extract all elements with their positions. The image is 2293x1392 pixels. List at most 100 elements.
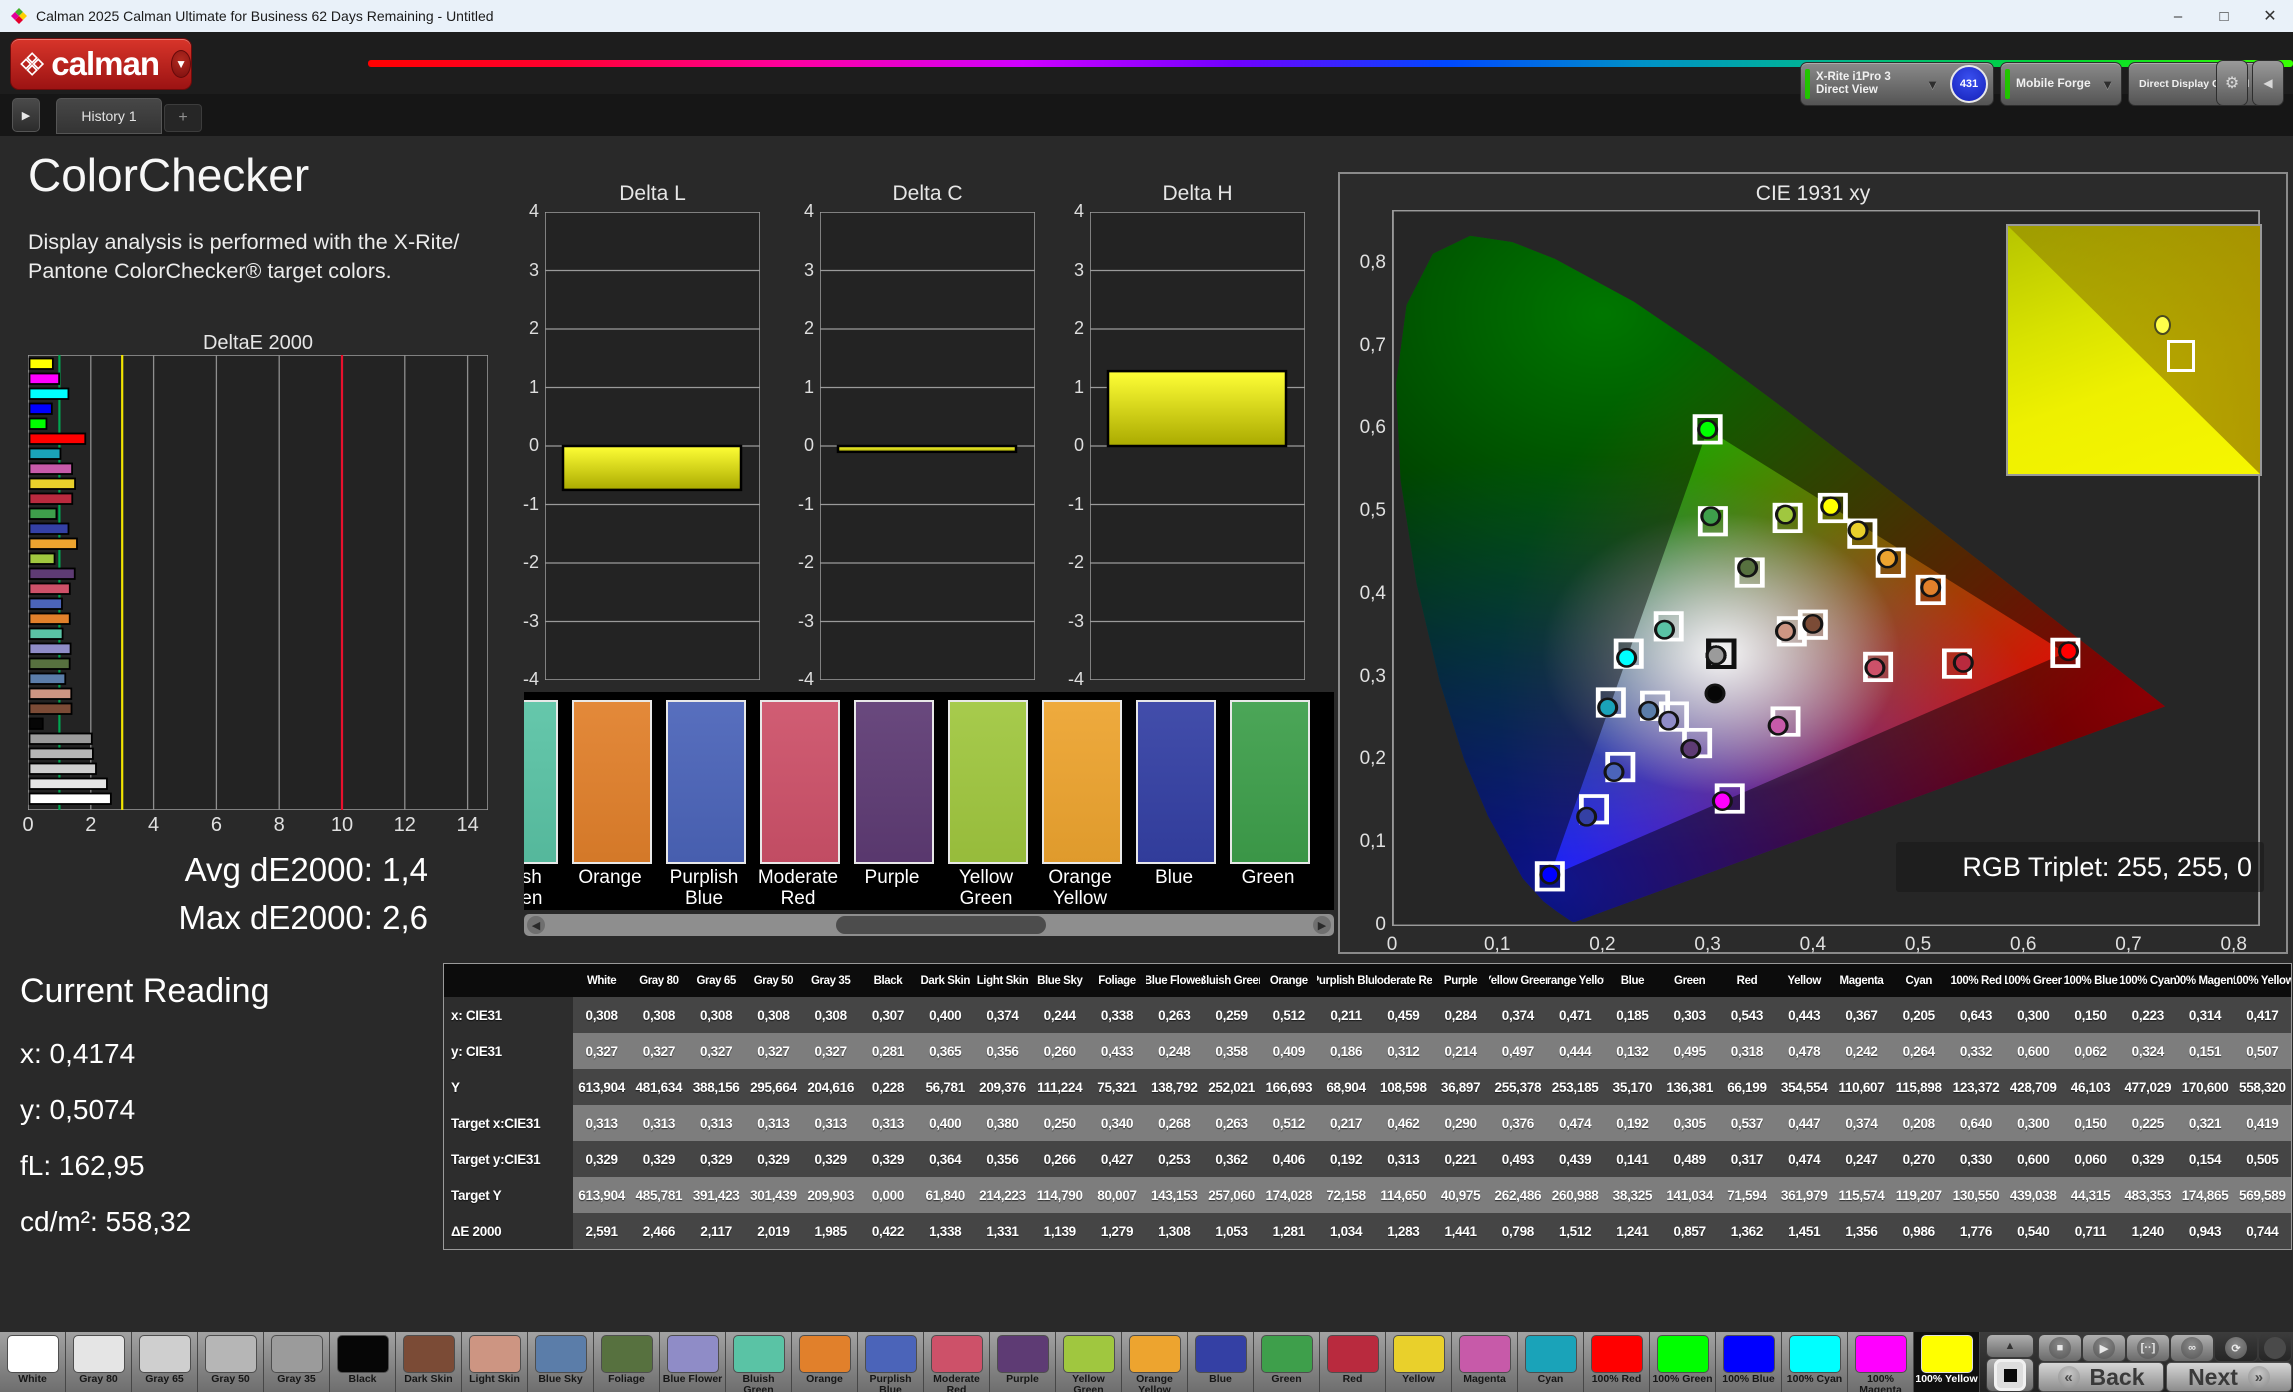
axis-tick-label: -1: [1056, 494, 1084, 515]
deltae-bar: [30, 509, 57, 520]
patch-button[interactable]: Moderate Red: [924, 1332, 990, 1392]
table-cell: 0,211: [1317, 997, 1374, 1033]
patch-button[interactable]: Gray 65: [132, 1332, 198, 1392]
loop-button[interactable]: ∞: [2170, 1334, 2214, 1362]
patch-color: [1921, 1335, 1973, 1373]
table-cell: 483,353: [2119, 1177, 2176, 1213]
table-cell: 71,594: [1718, 1177, 1775, 1213]
table-cell: 72,158: [1317, 1177, 1374, 1213]
table-cell: 115,898: [1890, 1069, 1947, 1105]
patch-label: Black: [330, 1374, 395, 1385]
stop-button[interactable]: ■: [2038, 1334, 2082, 1362]
tab-history-1[interactable]: History 1: [56, 98, 162, 134]
meter-count-badge[interactable]: 431: [1950, 65, 1988, 103]
scroll-right-icon[interactable]: ▶: [1313, 916, 1331, 934]
back-button[interactable]: « Back: [2038, 1362, 2164, 1392]
pattern-window-button[interactable]: [1986, 1358, 2034, 1392]
patch-button[interactable]: Blue Flower: [660, 1332, 726, 1392]
page-title: ColorChecker: [28, 148, 309, 202]
cie-measured-point: [1769, 717, 1787, 734]
patch-button[interactable]: 100% Yellow: [1914, 1332, 1980, 1392]
patch-button[interactable]: Orange: [792, 1332, 858, 1392]
target-swatch: Orange: [572, 700, 652, 909]
patch-button[interactable]: Dark Skin: [396, 1332, 462, 1392]
patch-button[interactable]: Foliage: [594, 1332, 660, 1392]
table-cell: 0,330: [1947, 1141, 2004, 1177]
patch-button[interactable]: 100% Green: [1650, 1332, 1716, 1392]
scrollbar-thumb[interactable]: [836, 916, 1046, 934]
refresh-button[interactable]: ⟳: [2214, 1334, 2258, 1362]
table-cell: 0,244: [1031, 997, 1088, 1033]
patch-color: [403, 1335, 455, 1373]
table-cell: 0,329: [802, 1141, 859, 1177]
table-cell: 0,308: [688, 997, 745, 1033]
deltae-bar: [30, 434, 86, 445]
patch-button[interactable]: 100% Magenta: [1848, 1332, 1914, 1392]
settings-button[interactable]: ⚙: [2216, 60, 2248, 106]
patch-button[interactable]: Gray 50: [198, 1332, 264, 1392]
source-dropdown[interactable]: Mobile Forge ▼: [2000, 62, 2122, 106]
patch-button[interactable]: Yellow Green: [1056, 1332, 1122, 1392]
patch-button[interactable]: Magenta: [1452, 1332, 1518, 1392]
table-cell: 0,186: [1317, 1033, 1374, 1069]
patch-button[interactable]: Bluish Green: [726, 1332, 792, 1392]
cie-measured-point: [1702, 508, 1720, 525]
patch-button[interactable]: Green: [1254, 1332, 1320, 1392]
scroll-left-icon[interactable]: ◀: [527, 916, 545, 934]
table-cell: 174,865: [2176, 1177, 2233, 1213]
close-button[interactable]: ✕: [2247, 0, 2293, 32]
deltae-bar: [30, 734, 92, 745]
patch-button[interactable]: Red: [1320, 1332, 1386, 1392]
patch-button[interactable]: 100% Red: [1584, 1332, 1650, 1392]
patch-button[interactable]: Gray 35: [264, 1332, 330, 1392]
table-cell: 0,205: [1890, 997, 1947, 1033]
patch-button[interactable]: Light Skin: [462, 1332, 528, 1392]
step-button[interactable]: [··]: [2126, 1334, 2170, 1362]
column-header: Gray 65: [688, 964, 745, 997]
calman-menu-button[interactable]: calman ▼: [10, 38, 192, 90]
axis-tick-label: 2: [786, 318, 814, 339]
column-header: Moderate Red: [1375, 964, 1432, 997]
patch-button[interactable]: Blue: [1188, 1332, 1254, 1392]
patch-button[interactable]: Gray 80: [66, 1332, 132, 1392]
column-header: Gray 50: [745, 964, 802, 997]
patch-label: Yellow Green: [1056, 1374, 1121, 1392]
meter-dropdown[interactable]: X-Rite i1Pro 3Direct View ▼ 431: [1800, 62, 1994, 106]
logo-dropdown-caret-icon[interactable]: ▼: [171, 50, 191, 78]
extra-button[interactable]: [2258, 1334, 2292, 1362]
table-cell: 0,367: [1833, 997, 1890, 1033]
table-cell: 1,241: [1604, 1213, 1661, 1249]
patch-label: Light Skin: [462, 1374, 527, 1385]
patch-button[interactable]: Yellow: [1386, 1332, 1452, 1392]
swatch-label: Orange: [564, 868, 656, 889]
next-button[interactable]: Next »: [2166, 1362, 2292, 1392]
patch-button[interactable]: Blue Sky: [528, 1332, 594, 1392]
strip-scrollbar[interactable]: ◀ ▶: [524, 914, 1334, 936]
collapse-panel-button[interactable]: ◀: [2252, 60, 2284, 106]
patch-button[interactable]: 100% Cyan: [1782, 1332, 1848, 1392]
patch-button[interactable]: Purple: [990, 1332, 1056, 1392]
deltae-bar: [30, 794, 111, 805]
column-header: Red: [1718, 964, 1775, 997]
patch-button[interactable]: Purplish Blue: [858, 1332, 924, 1392]
patch-button[interactable]: 100% Blue: [1716, 1332, 1782, 1392]
patch-button[interactable]: Cyan: [1518, 1332, 1584, 1392]
add-tab-button[interactable]: +: [164, 104, 202, 132]
tab-scroll-button[interactable]: ▶: [12, 98, 40, 132]
row-label: Y: [444, 1069, 573, 1105]
pattern-square-icon: [1994, 1359, 2026, 1391]
patch-button[interactable]: White: [0, 1332, 66, 1392]
patch-color: [1393, 1335, 1445, 1373]
minimize-button[interactable]: –: [2155, 0, 2201, 32]
maximize-button[interactable]: □: [2201, 0, 2247, 32]
table-cell: 123,372: [1947, 1069, 2004, 1105]
cie-measured-point: [2060, 642, 2078, 659]
patch-scroll-up-button[interactable]: ▲: [1986, 1334, 2034, 1358]
display-control-dropdown[interactable]: Direct Display Control ▼: [2128, 62, 2270, 106]
table-cell: 0,374: [1489, 997, 1546, 1033]
patch-button[interactable]: Black: [330, 1332, 396, 1392]
play-button[interactable]: ▶: [2082, 1334, 2126, 1362]
cie-measured-point: [1713, 792, 1731, 809]
column-header: 100% Yellow: [2234, 964, 2291, 997]
patch-button[interactable]: Orange Yellow: [1122, 1332, 1188, 1392]
